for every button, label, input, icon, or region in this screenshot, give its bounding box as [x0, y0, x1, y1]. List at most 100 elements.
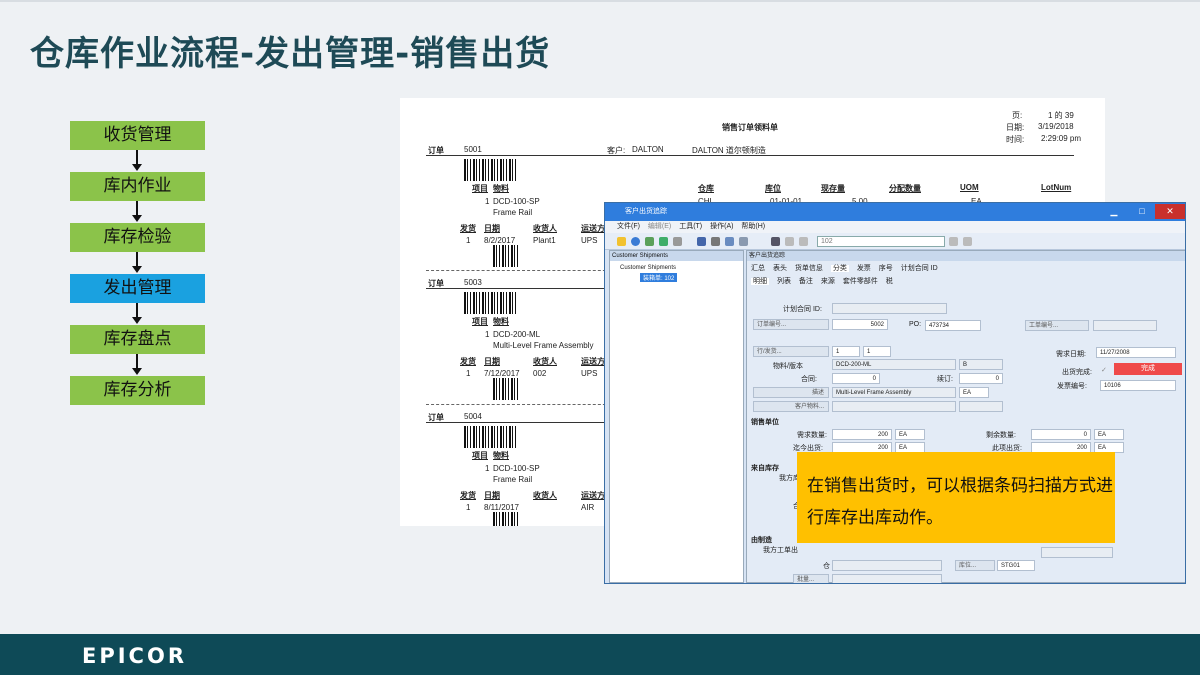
ship-date: 8/11/2017: [484, 503, 519, 512]
new-icon[interactable]: [645, 237, 654, 246]
part-desc: Frame Rail: [493, 208, 533, 217]
packing-slip-combo[interactable]: 102: [817, 236, 945, 247]
tab-detail[interactable]: 明细: [751, 278, 769, 285]
search-icon[interactable]: [771, 237, 780, 246]
need-date-field[interactable]: 11/27/2008: [1096, 347, 1176, 358]
date-label: 日期:: [1006, 123, 1025, 132]
flow-step-receiving: 收货管理: [70, 121, 205, 150]
slide-title: 仓库作业流程-发出管理-销售出货: [30, 34, 551, 74]
open-folder-icon[interactable]: [617, 237, 626, 246]
prev-record-icon[interactable]: [799, 237, 808, 246]
part-rev-label: 物料/版本: [773, 363, 803, 370]
minimize-icon[interactable]: ▁: [1101, 204, 1127, 219]
footer-bar: EPICOR: [0, 634, 1200, 675]
tree-root[interactable]: Customer Shipments: [620, 265, 676, 271]
job-field[interactable]: [1041, 547, 1113, 558]
description-uom-field[interactable]: EA: [959, 387, 989, 398]
maximize-icon[interactable]: □: [1129, 204, 1155, 219]
line-field[interactable]: 1: [832, 346, 860, 357]
bin-button[interactable]: 库位...: [955, 560, 995, 571]
col-allocated: 分配数量: [889, 184, 921, 193]
description-field[interactable]: Multi-Level Frame Assembly: [832, 387, 956, 398]
ship-col-date: 日期: [484, 224, 500, 233]
tab-bill-info[interactable]: 货单信息: [795, 265, 823, 272]
cut-icon[interactable]: [711, 237, 720, 246]
save-icon[interactable]: [659, 237, 668, 246]
tree-node-packing-slip[interactable]: 装箱单: 102: [640, 273, 678, 282]
required-qty-field[interactable]: 200: [832, 429, 892, 440]
menu-file[interactable]: 文件(F): [617, 223, 640, 230]
bin-field[interactable]: STG01: [997, 560, 1035, 571]
job-number-button[interactable]: 工单编号...: [1025, 320, 1089, 331]
warehouse-field[interactable]: [832, 560, 942, 571]
line-release-button[interactable]: 行/发货...: [753, 346, 829, 357]
date-value: 3/19/2018: [1038, 122, 1074, 131]
copy-icon[interactable]: [725, 237, 734, 246]
tab-summary[interactable]: 汇总: [751, 265, 765, 272]
report-title: 销售订单领料单: [722, 123, 778, 132]
required-qty-label: 需求数量:: [797, 432, 827, 439]
menu-tools[interactable]: 工具(T): [679, 223, 702, 230]
invoice-number-field[interactable]: 10106: [1100, 380, 1176, 391]
refresh-icon[interactable]: [631, 237, 640, 246]
undo-icon[interactable]: [673, 237, 682, 246]
order-number-button[interactable]: 订单编号...: [753, 319, 829, 330]
paste-icon[interactable]: [739, 237, 748, 246]
last-record-icon[interactable]: [963, 237, 972, 246]
remaining-uom-field[interactable]: EA: [1094, 429, 1124, 440]
remaining-qty-field[interactable]: 0: [1031, 429, 1091, 440]
part-field[interactable]: DCD-200-ML: [832, 359, 956, 370]
release-field[interactable]: 1: [863, 346, 891, 357]
revision-field[interactable]: B: [959, 359, 1003, 370]
close-icon[interactable]: ✕: [1155, 204, 1185, 219]
tab-invoice[interactable]: 发票: [857, 265, 871, 272]
col-uom: UOM: [960, 183, 979, 192]
job-number-field[interactable]: [1093, 320, 1157, 331]
tab-source[interactable]: 来源: [821, 278, 835, 285]
required-uom-field[interactable]: EA: [895, 429, 925, 440]
callout-note: 在销售出货时，可以根据条码扫描方式进行库存出库动作。: [797, 452, 1115, 543]
tab-kit-components[interactable]: 套件零部件: [843, 278, 878, 285]
top-divider: [0, 0, 1200, 2]
tab-memo[interactable]: 备注: [799, 278, 813, 285]
contract-label: 合同:: [801, 376, 817, 383]
process-flow: 收货管理 库内作业 库存检验 发出管理 库存盘点 库存分析: [70, 121, 205, 405]
ship-col-release: 发货: [460, 491, 476, 500]
tab-tax[interactable]: 税: [886, 278, 893, 285]
order-number-field[interactable]: 5002: [832, 319, 888, 330]
print-icon[interactable]: [697, 237, 706, 246]
ship-complete-check-icon[interactable]: ✓: [1101, 366, 1107, 374]
ship-complete-label: 出货完成:: [1062, 369, 1092, 376]
ship-receiver: 002: [533, 369, 547, 378]
first-record-icon[interactable]: [785, 237, 794, 246]
customer-part-button[interactable]: 客户物料...: [753, 401, 829, 412]
tab-contract-id[interactable]: 计划合同 ID: [901, 265, 938, 272]
next-record-icon[interactable]: [949, 237, 958, 246]
col-part: 物料: [493, 317, 509, 326]
customer-part-rev-field[interactable]: [959, 401, 1003, 412]
barcode: [493, 378, 518, 400]
menu-edit[interactable]: 编辑(E): [648, 223, 671, 230]
invoice-number-label: 发票编号:: [1057, 383, 1087, 390]
contract-field[interactable]: 0: [832, 373, 880, 384]
lot-field[interactable]: [832, 574, 942, 583]
time-value: 2:29:09 pm: [1041, 134, 1082, 143]
menu-help[interactable]: 帮助(H): [741, 223, 765, 230]
barcode: [493, 245, 518, 267]
ship-col-receiver: 收货人: [533, 357, 557, 366]
flow-arrow: [70, 252, 205, 274]
flow-step-internal-ops: 库内作业: [70, 172, 205, 201]
menu-actions[interactable]: 操作(A): [710, 223, 733, 230]
customer-part-field[interactable]: [832, 401, 956, 412]
tab-list[interactable]: 列表: [777, 278, 791, 285]
lot-button[interactable]: 批量...: [793, 574, 829, 583]
barcode: [464, 159, 516, 181]
description-button[interactable]: 描述: [753, 387, 829, 398]
tab-header[interactable]: 表头: [773, 265, 787, 272]
tab-serial[interactable]: 序号: [879, 265, 893, 272]
po-field[interactable]: 473734: [925, 320, 981, 331]
tab-lines[interactable]: 分类: [830, 265, 849, 272]
contract-id-field[interactable]: [832, 303, 947, 314]
renewal-field[interactable]: 0: [959, 373, 1003, 384]
part-desc: Frame Rail: [493, 475, 533, 484]
